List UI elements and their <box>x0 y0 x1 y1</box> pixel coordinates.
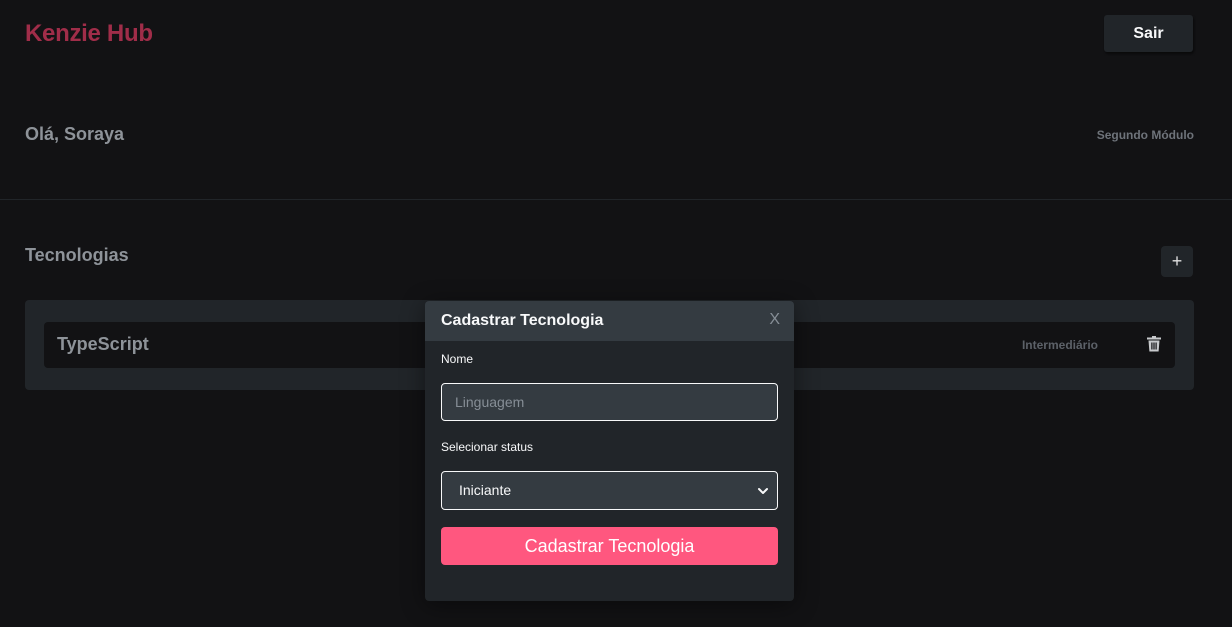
status-label: Selecionar status <box>441 440 534 454</box>
status-selected-value: Iniciante <box>459 482 512 498</box>
submit-technology-button[interactable]: Cadastrar Tecnologia <box>441 527 778 565</box>
user-module: Segundo Módulo <box>1096 128 1194 142</box>
register-technology-modal: Cadastrar Tecnologia X Nome Selecionar s… <box>425 301 794 601</box>
chevron-down-icon <box>758 488 768 494</box>
header: Kenzie Hub Sair <box>0 0 1232 70</box>
technology-status: Intermediário <box>1021 338 1098 352</box>
technology-name-input[interactable] <box>441 383 778 421</box>
status-select[interactable]: Iniciante <box>441 471 778 510</box>
user-greeting: Olá, Soraya <box>25 124 125 144</box>
modal-header: Cadastrar Tecnologia X <box>425 301 794 341</box>
technology-name: TypeScript <box>57 334 149 354</box>
add-technology-button[interactable]: + <box>1161 246 1193 277</box>
name-label: Nome <box>441 352 474 366</box>
dashboard-page: Kenzie Hub Sair Olá, Soraya Segundo Módu… <box>0 0 1232 627</box>
logo: Kenzie Hub <box>25 20 153 47</box>
divider <box>0 199 1232 200</box>
logout-button[interactable]: Sair <box>1104 15 1193 52</box>
trash-icon[interactable] <box>1147 336 1161 352</box>
modal-title: Cadastrar Tecnologia <box>441 312 604 329</box>
close-modal-button[interactable]: X <box>769 311 780 329</box>
technologies-title: Tecnologias <box>25 245 129 265</box>
